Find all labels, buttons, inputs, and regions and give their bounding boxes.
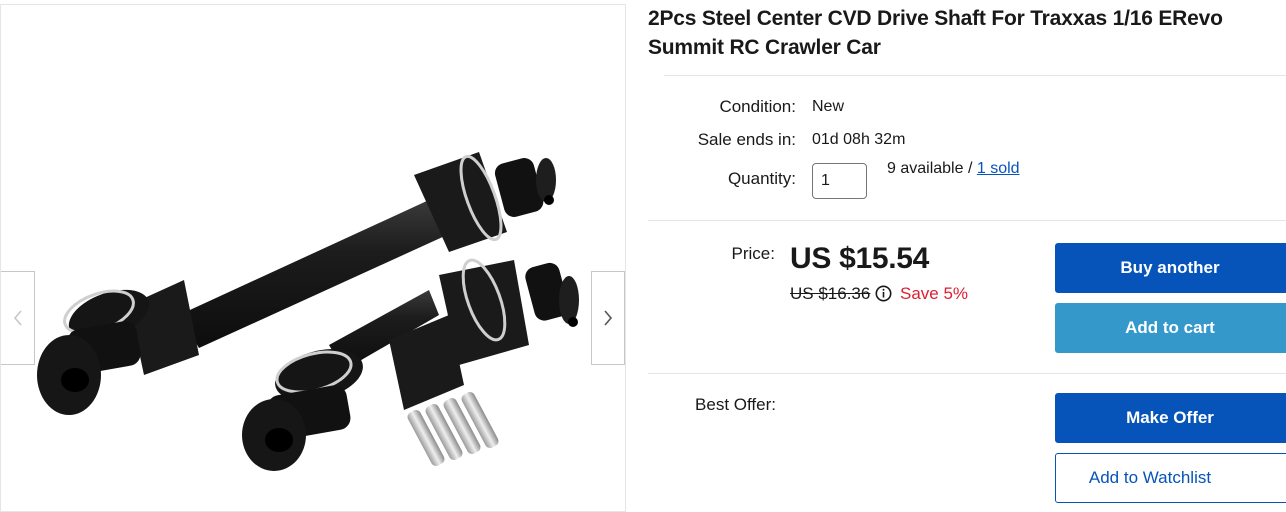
sale-ends-label: Sale ends in: (697, 130, 796, 149)
gallery-next-button[interactable] (591, 271, 625, 365)
quantity-label: Quantity: (727, 169, 796, 188)
current-price: US $15.54 (790, 242, 930, 275)
image-gallery (0, 4, 626, 512)
make-offer-button[interactable]: Make Offer (1055, 393, 1286, 443)
chevron-left-icon (13, 310, 22, 326)
divider (648, 220, 1286, 221)
divider (648, 373, 1286, 374)
buy-another-button[interactable]: Buy another (1055, 243, 1286, 293)
listing-title: 2Pcs Steel Center CVD Drive Shaft For Tr… (648, 7, 1223, 59)
add-to-cart-button[interactable]: Add to cart (1055, 303, 1286, 353)
condition-value: New (812, 98, 845, 115)
info-icon[interactable] (875, 285, 892, 302)
original-price: US $16.36 (790, 284, 871, 303)
chevron-right-icon (604, 310, 613, 326)
availability: 9 available / 1 sold (887, 160, 1020, 178)
save-percentage: Save 5% (900, 284, 969, 303)
best-offer-label: Best Offer: (695, 395, 776, 414)
available-text: 9 available / (887, 160, 977, 177)
divider (664, 75, 1286, 76)
price-label: Price: (731, 244, 775, 263)
condition-label: Condition: (719, 97, 796, 116)
add-to-watchlist-button[interactable]: Add to Watchlist (1055, 453, 1286, 503)
quantity-input[interactable] (812, 163, 867, 199)
sale-ends-value: 01d 08h 32m (812, 131, 906, 148)
product-image[interactable] (29, 140, 589, 480)
sold-link[interactable]: 1 sold (977, 160, 1020, 177)
